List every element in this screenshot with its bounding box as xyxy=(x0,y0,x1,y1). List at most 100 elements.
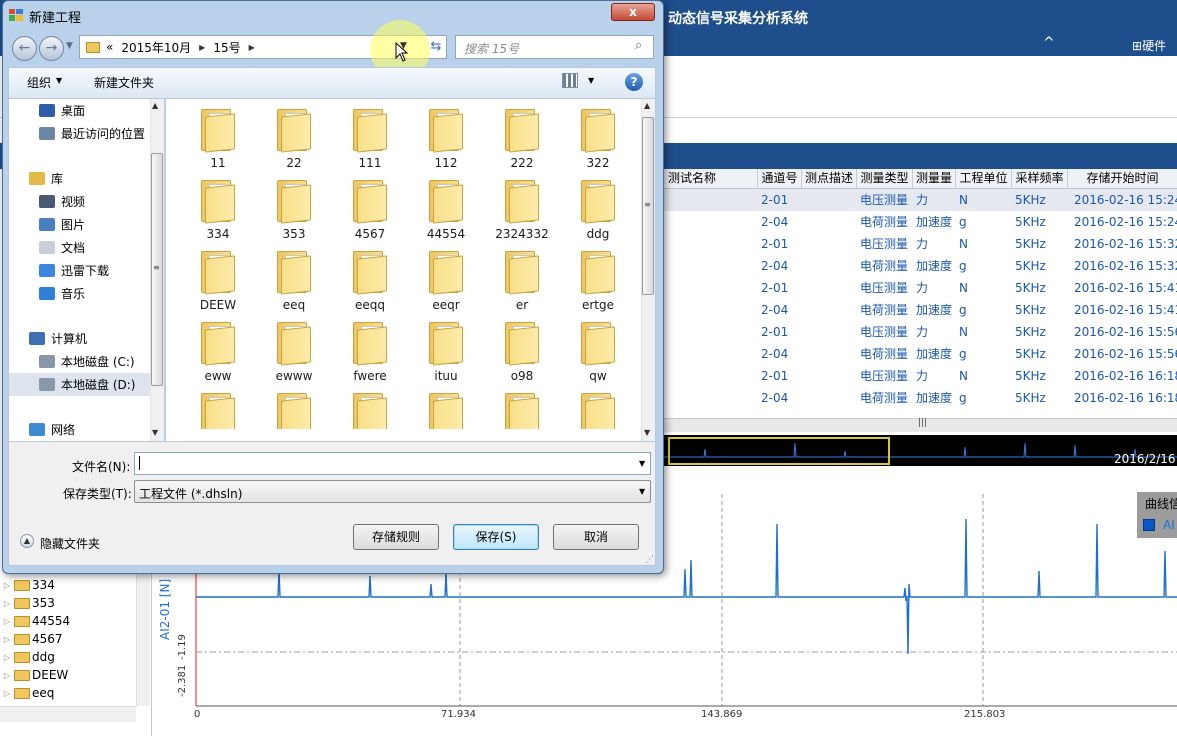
tree-item[interactable]: ▷ ddg xyxy=(0,648,151,666)
nav-item[interactable]: 音乐 xyxy=(9,282,164,305)
table-row[interactable]: 2-04 电荷测量 加速度 g 5KHz 2016-02-16 15:24 xyxy=(664,211,1177,233)
nav-item[interactable]: 视频 xyxy=(9,190,164,213)
nav-item[interactable]: 网络 xyxy=(9,418,164,441)
search-input[interactable]: 搜索 15号 xyxy=(455,35,654,59)
tree-vertical-scrollbar[interactable] xyxy=(136,574,150,706)
column-header-point-desc[interactable]: 测点描述 xyxy=(802,169,857,188)
chevron-down-icon[interactable]: ▼ xyxy=(588,76,594,85)
column-header-measure-type[interactable]: 测量类型 xyxy=(857,169,913,188)
folder-item[interactable] xyxy=(332,383,408,441)
storage-rules-button[interactable]: 存储规则 xyxy=(353,524,439,550)
folder-item[interactable]: o98 xyxy=(484,312,560,383)
expand-icon[interactable]: ▷ xyxy=(0,617,14,626)
breadcrumb-overflow[interactable]: « xyxy=(106,40,113,54)
breadcrumb-item-day[interactable]: 15号 xyxy=(213,39,240,56)
column-header-quantity[interactable]: 测量量 xyxy=(913,169,956,188)
expand-icon[interactable]: ▷ xyxy=(0,635,14,644)
nav-item[interactable]: 库 xyxy=(9,167,164,190)
folder-item[interactable] xyxy=(180,383,256,441)
tree-item[interactable]: ▷ DEEW xyxy=(0,666,151,684)
expand-icon[interactable]: ▷ xyxy=(0,689,14,698)
scroll-up-icon[interactable]: ▲ xyxy=(644,101,650,110)
folder-item[interactable]: ewww xyxy=(256,312,332,383)
view-options-icon[interactable] xyxy=(562,73,578,88)
filename-input[interactable] xyxy=(134,452,651,475)
collapse-ribbon-button[interactable]: ^ xyxy=(1043,35,1055,51)
folder-item[interactable]: fwere xyxy=(332,312,408,383)
table-row[interactable]: 2-01 电压测量力 N 5KHz 2016-02-16 15:56 xyxy=(664,321,1177,343)
tree-item[interactable]: ▷ eeq xyxy=(0,684,151,702)
close-button[interactable]: x xyxy=(611,3,655,21)
nav-item[interactable]: 文档 xyxy=(9,236,164,259)
expand-icon[interactable]: ▷ xyxy=(0,653,14,662)
save-button[interactable]: 保存(S) xyxy=(453,524,539,550)
folder-item[interactable]: 112 xyxy=(408,99,484,170)
chevron-right-icon[interactable]: ▶ xyxy=(199,43,205,52)
forward-button[interactable]: → xyxy=(39,36,64,61)
folder-item[interactable] xyxy=(256,383,332,441)
search-icon[interactable]: ⌕ xyxy=(635,38,642,53)
table-row[interactable]: 2-01 电压测量力 N 5KHz 2016-02-16 15:41 xyxy=(664,277,1177,299)
table-row[interactable]: 2-04 电荷测量 加速度 g 5KHz 2016-02-16 15:41 xyxy=(664,299,1177,321)
folder-item[interactable] xyxy=(560,383,636,441)
hide-folders-toggle[interactable]: ▲ xyxy=(20,534,34,548)
folder-item[interactable]: ituu xyxy=(408,312,484,383)
recent-pages-dropdown[interactable]: ▼ xyxy=(66,41,73,51)
hide-folders-label[interactable]: 隐藏文件夹 xyxy=(40,535,100,552)
table-row[interactable]: 2-01 电压测量力 N 5KHz 2016-02-16 16:18 xyxy=(664,365,1177,387)
new-folder-button[interactable]: 新建文件夹 xyxy=(94,74,154,91)
table-row[interactable]: 2-01 电压测量力 N 5KHz 2016-02-16 15:24 xyxy=(664,189,1177,211)
folder-item[interactable]: 4567 xyxy=(332,170,408,241)
column-header-unit[interactable]: 工程单位 xyxy=(956,169,1012,188)
folder-item[interactable]: 353 xyxy=(256,170,332,241)
folder-item[interactable]: 2324332 xyxy=(484,170,560,241)
folder-item[interactable]: qw xyxy=(560,312,636,383)
help-button[interactable]: ? xyxy=(625,73,643,91)
folder-item[interactable]: eeqr xyxy=(408,241,484,312)
folder-item[interactable]: 322 xyxy=(560,99,636,170)
hardware-button[interactable]: ⊞硬件 xyxy=(1132,37,1166,54)
table-row[interactable]: 2-04 电荷测量 加速度 g 5KHz 2016-02-16 15:32 xyxy=(664,255,1177,277)
scroll-down-icon[interactable]: ▼ xyxy=(152,428,158,437)
tree-horizontal-scrollbar[interactable] xyxy=(0,706,136,722)
back-button[interactable]: ← xyxy=(12,36,37,61)
tree-item[interactable]: ▷ 353 xyxy=(0,594,151,612)
folder-item[interactable]: er xyxy=(484,241,560,312)
scroll-up-icon[interactable]: ▲ xyxy=(152,101,158,110)
nav-item[interactable]: 迅雷下载 xyxy=(9,259,164,282)
nav-item[interactable]: 本地磁盘 (D:) xyxy=(9,373,164,396)
filetype-select[interactable]: 工程文件 (*.dhsln) xyxy=(134,480,651,503)
nav-item[interactable]: 本地磁盘 (C:) xyxy=(9,350,164,373)
folder-item[interactable]: 11 xyxy=(180,99,256,170)
nav-item[interactable]: 桌面 xyxy=(9,99,164,122)
nav-item[interactable]: 最近访问的位置 xyxy=(9,122,164,145)
folder-item[interactable]: 334 xyxy=(180,170,256,241)
folder-item[interactable]: 222 xyxy=(484,99,560,170)
cancel-button[interactable]: 取消 xyxy=(553,524,639,550)
tree-item[interactable]: ▷ 334 xyxy=(0,576,151,594)
folder-item[interactable]: 44554 xyxy=(408,170,484,241)
scroll-down-icon[interactable]: ▼ xyxy=(644,428,650,437)
nav-item[interactable]: 计算机 xyxy=(9,327,164,350)
column-header-test-name[interactable]: 测试名称 xyxy=(664,169,758,188)
chevron-down-icon[interactable]: ▼ xyxy=(639,459,645,468)
folder-item[interactable]: 111 xyxy=(332,99,408,170)
overview-selection-box[interactable] xyxy=(668,437,890,465)
tree-item[interactable]: ▷ 44554 xyxy=(0,612,151,630)
table-row[interactable]: 2-04 电荷测量 加速度 g 5KHz 2016-02-16 16:18 xyxy=(664,387,1177,409)
expand-icon[interactable]: ▷ xyxy=(0,581,14,590)
folder-item[interactable]: eww xyxy=(180,312,256,383)
column-header-channel[interactable]: 通道号 xyxy=(758,169,802,188)
folder-item[interactable] xyxy=(408,383,484,441)
tree-item[interactable]: ▷ 4567 xyxy=(0,630,151,648)
table-row[interactable]: 2-01 电压测量力 N 5KHz 2016-02-16 15:32 xyxy=(664,233,1177,255)
nav-item[interactable]: 图片 xyxy=(9,213,164,236)
folder-item[interactable]: ddg xyxy=(560,170,636,241)
chevron-down-icon[interactable]: ▼ xyxy=(639,487,645,496)
column-header-sample-rate[interactable]: 采样频率 xyxy=(1012,169,1068,188)
resize-grip-icon[interactable]: ⋰ xyxy=(645,555,654,565)
chevron-right-icon[interactable]: ▶ xyxy=(249,43,255,52)
folder-item[interactable]: eeq xyxy=(256,241,332,312)
breadcrumb-item-month[interactable]: 2015年10月 xyxy=(121,39,191,56)
chevron-down-icon[interactable]: ▼ xyxy=(56,76,62,85)
